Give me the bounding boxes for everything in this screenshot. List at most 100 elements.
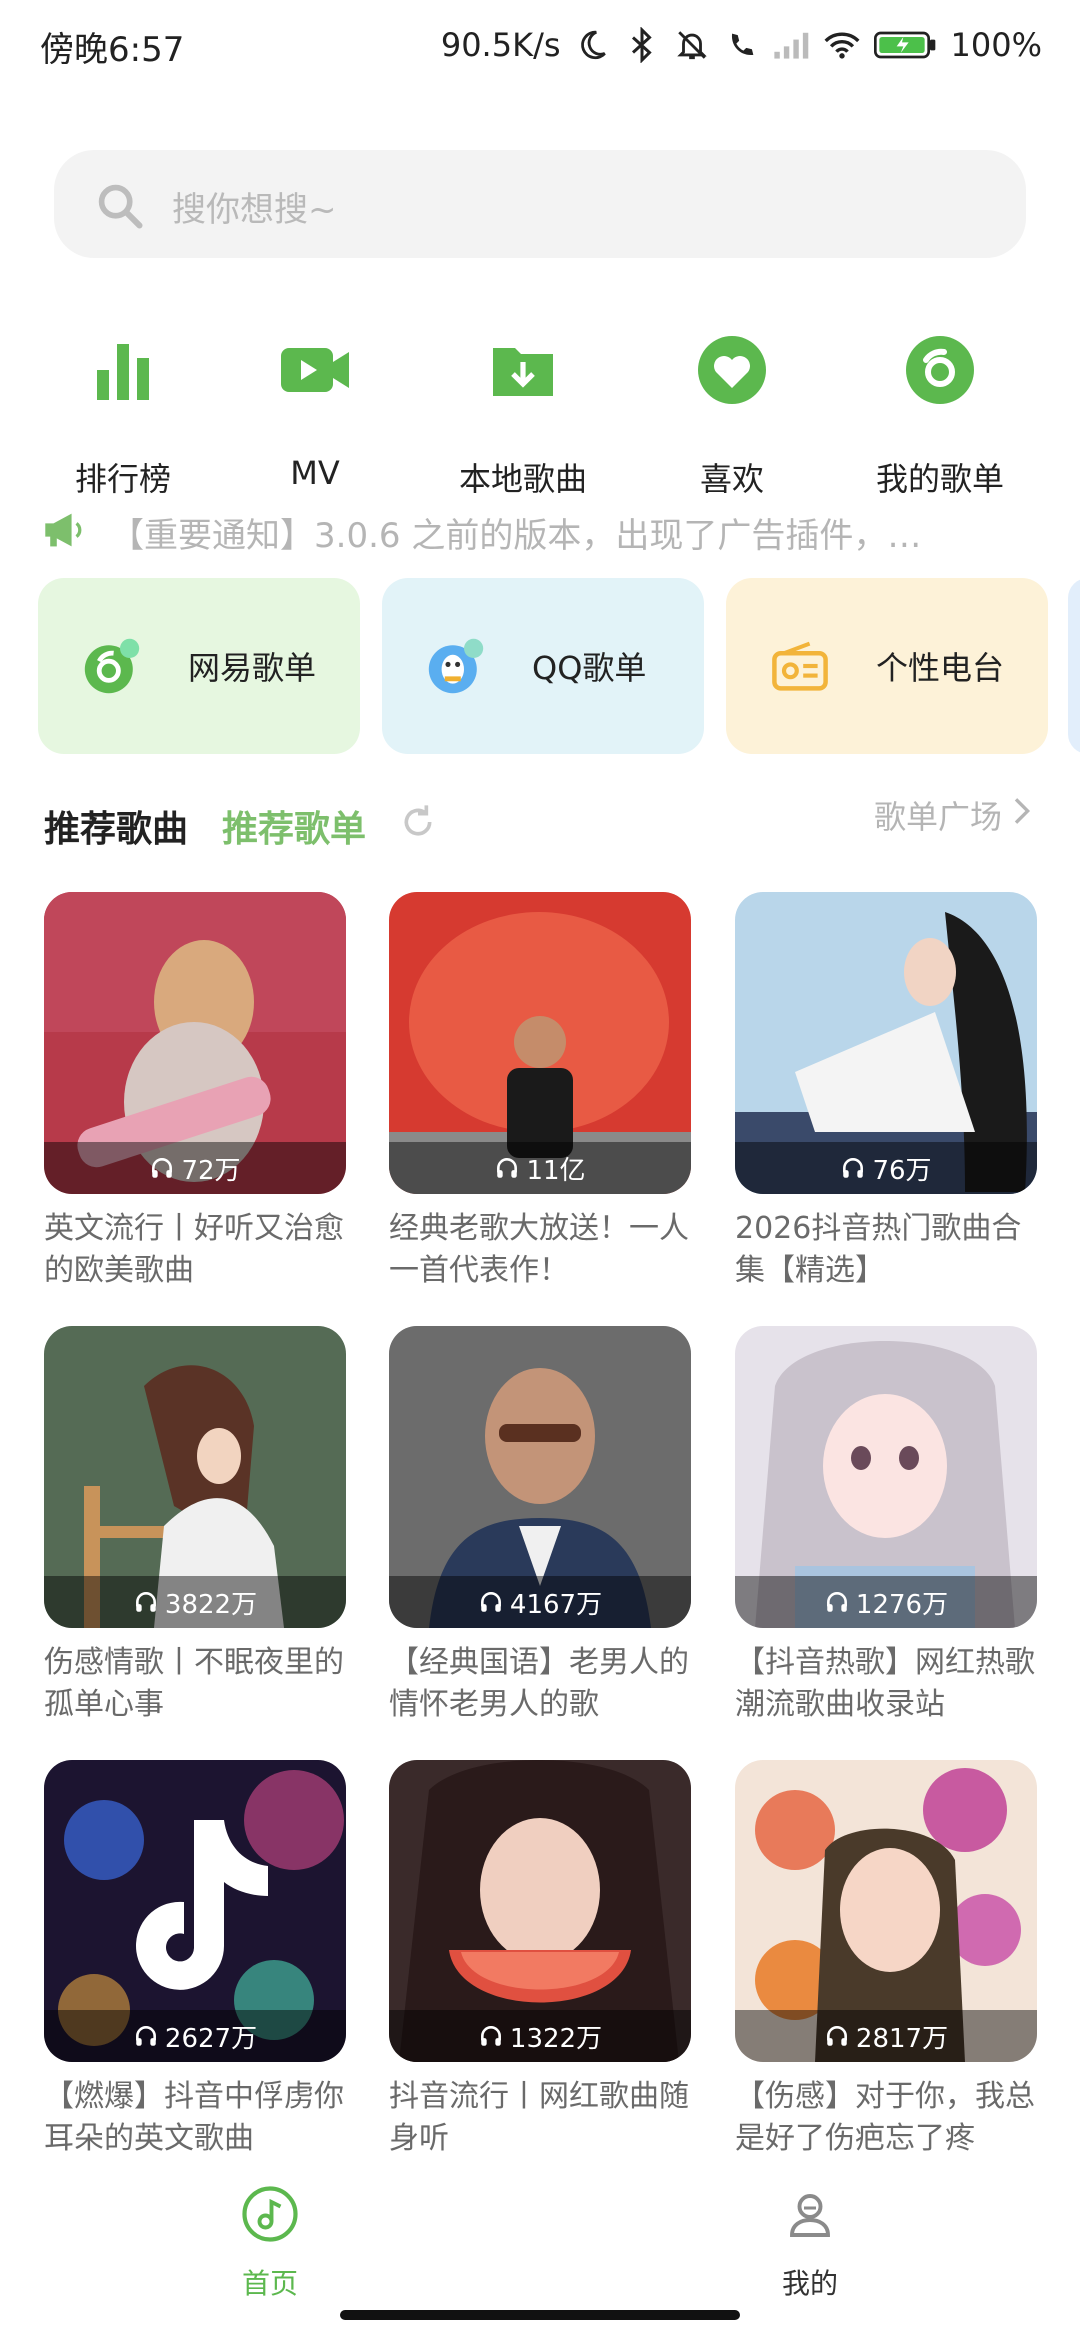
playlist-cover: 72万 <box>44 892 346 1194</box>
playlist-cover: 11亿 <box>389 892 691 1194</box>
tab-recommended-playlists[interactable]: 推荐歌单 <box>222 800 366 852</box>
headphones-icon <box>478 1589 504 1615</box>
tab-label: 首页 <box>241 2267 298 2300</box>
search-icon <box>94 180 146 232</box>
music-disc-icon <box>240 2184 300 2244</box>
user-icon <box>780 2184 840 2244</box>
playlist-title: 【伤感】对于你，我总是好了伤疤忘了疼 <box>735 2079 1035 2156</box>
netease-icon <box>80 634 144 698</box>
playlist-plaza-link[interactable]: 歌单广场 <box>874 792 1032 838</box>
playlist-cover: 4167万 <box>389 1326 691 1628</box>
nav-mv[interactable]: MV <box>240 330 390 500</box>
nav-favorites[interactable]: 喜欢 <box>657 330 807 500</box>
video-camera-icon <box>275 330 355 410</box>
bar-chart-icon <box>83 330 163 410</box>
headphones-icon <box>494 1155 520 1181</box>
headphones-icon <box>133 2023 159 2049</box>
playlist-card[interactable]: 11亿 经典老歌大放送！一人一首代表作！ <box>389 892 691 1292</box>
playlist-card[interactable]: 1276万 【抖音热歌】网红热歌潮流歌曲收录站 <box>735 1326 1037 1726</box>
net-speed: 90.5K/s <box>440 26 561 64</box>
tab-mine[interactable]: 我的 <box>730 2184 890 2302</box>
nav-ranking[interactable]: 排行榜 <box>48 330 198 500</box>
play-count: 76万 <box>735 1142 1037 1194</box>
playlist-title: 英文流行丨好听又治愈的欧美歌曲 <box>44 1211 344 1288</box>
play-count: 3822万 <box>44 1576 346 1628</box>
headphones-icon <box>824 2023 850 2049</box>
playlist-card[interactable]: 1322万 抖音流行丨网红歌曲随身听 <box>389 1760 691 2160</box>
disc-icon <box>900 330 980 410</box>
home-indicator[interactable] <box>340 2310 740 2320</box>
play-count: 1276万 <box>735 1576 1037 1628</box>
play-count: 11亿 <box>389 1142 691 1194</box>
qq-penguin-icon <box>424 634 488 698</box>
chevron-right-icon <box>1010 796 1032 834</box>
playlist-cover: 1276万 <box>735 1326 1037 1628</box>
playlist-cover: 3822万 <box>44 1326 346 1628</box>
playlist-title: 经典老歌大放送！一人一首代表作！ <box>389 1211 689 1288</box>
nav-local-songs[interactable]: 本地歌曲 <box>448 330 598 500</box>
playlist-title: 【经典国语】老男人的情怀老男人的歌 <box>389 1645 689 1722</box>
megaphone-icon <box>42 510 88 554</box>
playlist-title: 【燃爆】抖音中俘虏你耳朵的英文歌曲 <box>44 2079 344 2156</box>
moon-icon <box>573 26 611 64</box>
headphones-icon <box>840 1155 866 1181</box>
card-partial[interactable] <box>1068 578 1080 754</box>
nav-label: 本地歌曲 <box>458 460 587 498</box>
tab-label: 我的 <box>781 2267 838 2300</box>
playlist-title: 【抖音热歌】网红热歌潮流歌曲收录站 <box>735 1645 1035 1722</box>
card-qq-playlists[interactable]: QQ歌单 <box>382 578 704 754</box>
headphones-icon <box>824 1589 850 1615</box>
status-bar: 傍晚6:57 90.5K/s 100% <box>0 0 1080 90</box>
mute-bell-icon <box>673 26 711 64</box>
nav-label: 我的歌单 <box>875 460 1004 498</box>
play-count: 72万 <box>44 1142 346 1194</box>
battery-icon <box>873 26 939 64</box>
call-icon <box>723 26 761 64</box>
card-personal-radio[interactable]: 个性电台 <box>726 578 1048 754</box>
search-bar[interactable]: 搜你想搜~ <box>54 150 1026 258</box>
plaza-label: 歌单广场 <box>873 798 1002 836</box>
playlist-card[interactable]: 4167万 【经典国语】老男人的情怀老男人的歌 <box>389 1326 691 1726</box>
radio-icon <box>768 634 832 698</box>
playlist-title: 抖音流行丨网红歌曲随身听 <box>389 2079 689 2156</box>
card-label: QQ歌单 <box>532 649 647 687</box>
playlist-card[interactable]: 3822万 伤感情歌丨不眠夜里的孤单心事 <box>44 1326 346 1726</box>
bluetooth-icon <box>623 26 661 64</box>
card-label: 网易歌单 <box>188 649 317 687</box>
card-label: 个性电台 <box>876 649 1005 687</box>
playlist-cover: 2627万 <box>44 1760 346 2062</box>
playlist-cover: 1322万 <box>389 1760 691 2062</box>
play-count: 1322万 <box>389 2010 691 2062</box>
headphones-icon <box>133 1589 159 1615</box>
nav-label: 喜欢 <box>699 460 764 498</box>
folder-download-icon <box>483 330 563 410</box>
play-count: 2817万 <box>735 2010 1037 2062</box>
signal-icon <box>773 26 811 64</box>
tab-home[interactable]: 首页 <box>190 2184 350 2302</box>
battery-level: 100% <box>950 26 1042 64</box>
playlist-title: 2026抖音热门歌曲合集【精选】 <box>735 1211 1022 1288</box>
nav-label: MV <box>290 454 340 492</box>
wifi-icon <box>823 26 861 64</box>
refresh-icon[interactable] <box>398 802 438 842</box>
playlist-cover: 2817万 <box>735 1760 1037 2062</box>
status-time: 傍晚6:57 <box>40 30 185 70</box>
search-input[interactable]: 搜你想搜~ <box>172 182 337 231</box>
headphones-icon <box>478 2023 504 2049</box>
notice-banner[interactable]: 【重要通知】3.0.6 之前的版本，出现了广告插件，… <box>42 500 1042 564</box>
playlist-title: 伤感情歌丨不眠夜里的孤单心事 <box>44 1645 344 1722</box>
play-count: 4167万 <box>389 1576 691 1628</box>
heart-icon <box>692 330 772 410</box>
play-count: 2627万 <box>44 2010 346 2062</box>
playlist-card[interactable]: 72万 英文流行丨好听又治愈的欧美歌曲 <box>44 892 346 1292</box>
nav-my-playlists[interactable]: 我的歌单 <box>865 330 1015 500</box>
playlist-cover: 76万 <box>735 892 1037 1194</box>
tab-recommended-songs[interactable]: 推荐歌曲 <box>44 800 188 852</box>
status-icons: 90.5K/s 100% <box>441 20 1042 70</box>
notice-text: 【重要通知】3.0.6 之前的版本，出现了广告插件，… <box>110 515 922 556</box>
playlist-card[interactable]: 2817万 【伤感】对于你，我总是好了伤疤忘了疼 <box>735 1760 1037 2160</box>
nav-label: 排行榜 <box>74 460 171 498</box>
card-netease-playlists[interactable]: 网易歌单 <box>38 578 360 754</box>
playlist-card[interactable]: 76万 2026抖音热门歌曲合集【精选】 <box>735 892 1037 1292</box>
playlist-card[interactable]: 2627万 【燃爆】抖音中俘虏你耳朵的英文歌曲 <box>44 1760 346 2160</box>
